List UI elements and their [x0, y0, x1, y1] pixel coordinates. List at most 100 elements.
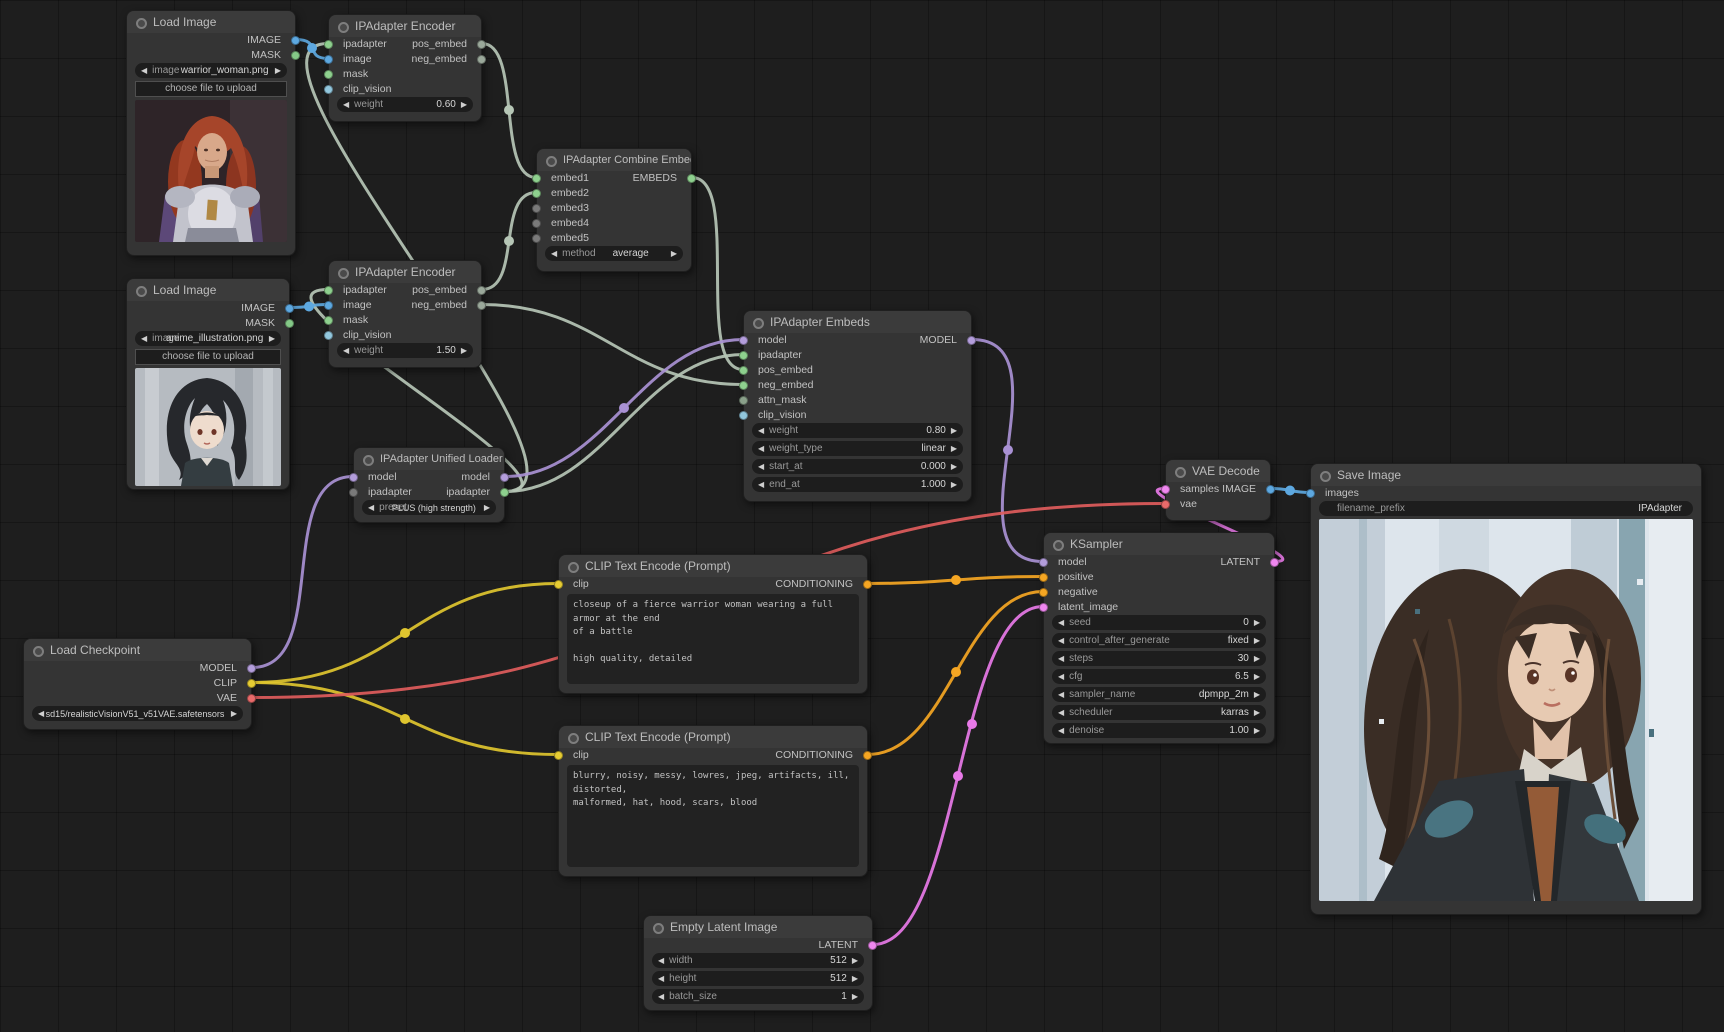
next-arrow-icon[interactable]: ▶: [852, 971, 858, 986]
collapse-dot[interactable]: [1175, 467, 1186, 478]
mask-input-port[interactable]: [324, 70, 333, 79]
model-output-port[interactable]: [967, 336, 976, 345]
collapse-dot[interactable]: [33, 646, 44, 657]
neg-embed-output-port[interactable]: [477, 55, 486, 64]
latent-output-port[interactable]: [1270, 558, 1279, 567]
prev-arrow-icon[interactable]: ◀: [758, 477, 764, 492]
latent-image-input-port[interactable]: [1039, 603, 1048, 612]
next-arrow-icon[interactable]: ▶: [671, 246, 677, 261]
filename-prefix-widget[interactable]: filename_prefixIPAdapter: [1319, 501, 1693, 516]
collapse-dot[interactable]: [568, 562, 579, 573]
collapse-dot[interactable]: [363, 455, 374, 466]
prev-arrow-icon[interactable]: ◀: [1058, 633, 1064, 648]
node-title-bar[interactable]: Load Image: [127, 11, 295, 33]
collapse-dot[interactable]: [1053, 540, 1064, 551]
ipadapter-input-port[interactable]: [349, 488, 358, 497]
node-title-bar[interactable]: KSampler: [1044, 533, 1274, 555]
clip-output-port[interactable]: [247, 679, 256, 688]
samples-input-port[interactable]: [1161, 485, 1170, 494]
batch-size-widget[interactable]: ◀batch_size1▶: [652, 989, 864, 1004]
collapse-dot[interactable]: [136, 286, 147, 297]
weight-widget[interactable]: ◀weight0.60▶: [337, 97, 473, 112]
next-arrow-icon[interactable]: ▶: [1254, 615, 1260, 630]
image-select-widget[interactable]: ◀imageanime_illustration.png▶: [135, 331, 281, 346]
prev-arrow-icon[interactable]: ◀: [758, 423, 764, 438]
embed2-input-port[interactable]: [532, 189, 541, 198]
ipadapter-input-port[interactable]: [324, 286, 333, 295]
pos-embed-output-port[interactable]: [477, 286, 486, 295]
sampler-name-widget[interactable]: ◀sampler_namedpmpp_2m▶: [1052, 687, 1266, 702]
node-title-bar[interactable]: CLIP Text Encode (Prompt): [559, 726, 867, 748]
node-load-image-1[interactable]: Load Image IMAGE MASK ◀imagewarrior_woma…: [126, 10, 296, 256]
node-title-bar[interactable]: CLIP Text Encode (Prompt): [559, 555, 867, 577]
next-arrow-icon[interactable]: ▶: [461, 343, 467, 358]
images-input-port[interactable]: [1306, 489, 1315, 498]
next-arrow-icon[interactable]: ▶: [484, 500, 490, 515]
prev-arrow-icon[interactable]: ◀: [1058, 687, 1064, 702]
node-title-bar[interactable]: IPAdapter Unified Loader: [354, 448, 504, 470]
collapse-dot[interactable]: [338, 22, 349, 33]
pos-embed-input-port[interactable]: [739, 366, 748, 375]
vae-output-port[interactable]: [247, 694, 256, 703]
embed1-input-port[interactable]: [532, 174, 541, 183]
mask-output-port[interactable]: [285, 319, 294, 328]
node-title-bar[interactable]: Save Image: [1311, 464, 1701, 486]
prev-arrow-icon[interactable]: ◀: [141, 331, 147, 346]
conditioning-output-port[interactable]: [863, 580, 872, 589]
weight-type-widget[interactable]: ◀weight_typelinear▶: [752, 441, 963, 456]
prev-arrow-icon[interactable]: ◀: [343, 97, 349, 112]
next-arrow-icon[interactable]: ▶: [1254, 633, 1260, 648]
neg-embed-output-port[interactable]: [477, 301, 486, 310]
next-arrow-icon[interactable]: ▶: [1254, 687, 1260, 702]
prev-arrow-icon[interactable]: ◀: [758, 459, 764, 474]
node-title-bar[interactable]: Load Image: [127, 279, 289, 301]
node-ksampler[interactable]: KSampler modelLATENT positive negative l…: [1043, 532, 1275, 744]
embeds-output-port[interactable]: [687, 174, 696, 183]
method-widget[interactable]: ◀methodaverage▶: [545, 246, 683, 261]
node-ipadapter-encoder-2[interactable]: IPAdapter Encoder ipadapterpos_embed ima…: [328, 260, 482, 368]
next-arrow-icon[interactable]: ▶: [461, 97, 467, 112]
prompt-textarea[interactable]: closeup of a fierce warrior woman wearin…: [567, 594, 859, 684]
node-load-checkpoint[interactable]: Load Checkpoint MODEL CLIP VAE ◀sd15/rea…: [23, 638, 252, 730]
next-arrow-icon[interactable]: ▶: [951, 477, 957, 492]
collapse-dot[interactable]: [136, 18, 147, 29]
prev-arrow-icon[interactable]: ◀: [551, 246, 557, 261]
upload-button[interactable]: choose file to upload: [135, 349, 281, 365]
model-output-port[interactable]: [500, 473, 509, 482]
node-empty-latent-image[interactable]: Empty Latent Image LATENT ◀width512▶ ◀he…: [643, 915, 873, 1011]
next-arrow-icon[interactable]: ▶: [1254, 669, 1260, 684]
next-arrow-icon[interactable]: ▶: [951, 441, 957, 456]
model-output-port[interactable]: [247, 664, 256, 673]
scheduler-widget[interactable]: ◀schedulerkarras▶: [1052, 705, 1266, 720]
prev-arrow-icon[interactable]: ◀: [758, 441, 764, 456]
model-input-port[interactable]: [349, 473, 358, 482]
prev-arrow-icon[interactable]: ◀: [368, 500, 374, 515]
upload-button[interactable]: choose file to upload: [135, 81, 287, 97]
image-output-port[interactable]: [285, 304, 294, 313]
node-clip-text-encode-negative[interactable]: CLIP Text Encode (Prompt) clipCONDITIONI…: [558, 725, 868, 877]
node-load-image-2[interactable]: Load Image IMAGE MASK ◀imageanime_illust…: [126, 278, 290, 490]
prev-arrow-icon[interactable]: ◀: [343, 343, 349, 358]
steps-widget[interactable]: ◀steps30▶: [1052, 651, 1266, 666]
node-ipadapter-encoder-1[interactable]: IPAdapter Encoder ipadapterpos_embed ima…: [328, 14, 482, 122]
image-output-port[interactable]: [291, 36, 300, 45]
image-input-port[interactable]: [324, 301, 333, 310]
model-input-port[interactable]: [739, 336, 748, 345]
node-title-bar[interactable]: VAE Decode: [1166, 460, 1270, 482]
ckpt-name-widget[interactable]: ◀sd15/realisticVisionV51_v51VAE.safetens…: [32, 706, 243, 721]
next-arrow-icon[interactable]: ▶: [1254, 651, 1260, 666]
collapse-dot[interactable]: [546, 156, 557, 167]
next-arrow-icon[interactable]: ▶: [1254, 723, 1260, 738]
clip-vision-input-port[interactable]: [324, 331, 333, 340]
attn-mask-input-port[interactable]: [739, 396, 748, 405]
node-save-image[interactable]: Save Image images filename_prefixIPAdapt…: [1310, 463, 1702, 915]
mask-output-port[interactable]: [291, 51, 300, 60]
ipadapter-output-port[interactable]: [500, 488, 509, 497]
height-widget[interactable]: ◀height512▶: [652, 971, 864, 986]
node-ipadapter-combine-embeds[interactable]: IPAdapter Combine Embeds embed1EMBEDS em…: [536, 148, 692, 272]
next-arrow-icon[interactable]: ▶: [951, 459, 957, 474]
collapse-dot[interactable]: [753, 318, 764, 329]
latent-output-port[interactable]: [868, 941, 877, 950]
node-ipadapter-unified-loader[interactable]: IPAdapter Unified Loader modelmodel ipad…: [353, 447, 505, 523]
width-widget[interactable]: ◀width512▶: [652, 953, 864, 968]
